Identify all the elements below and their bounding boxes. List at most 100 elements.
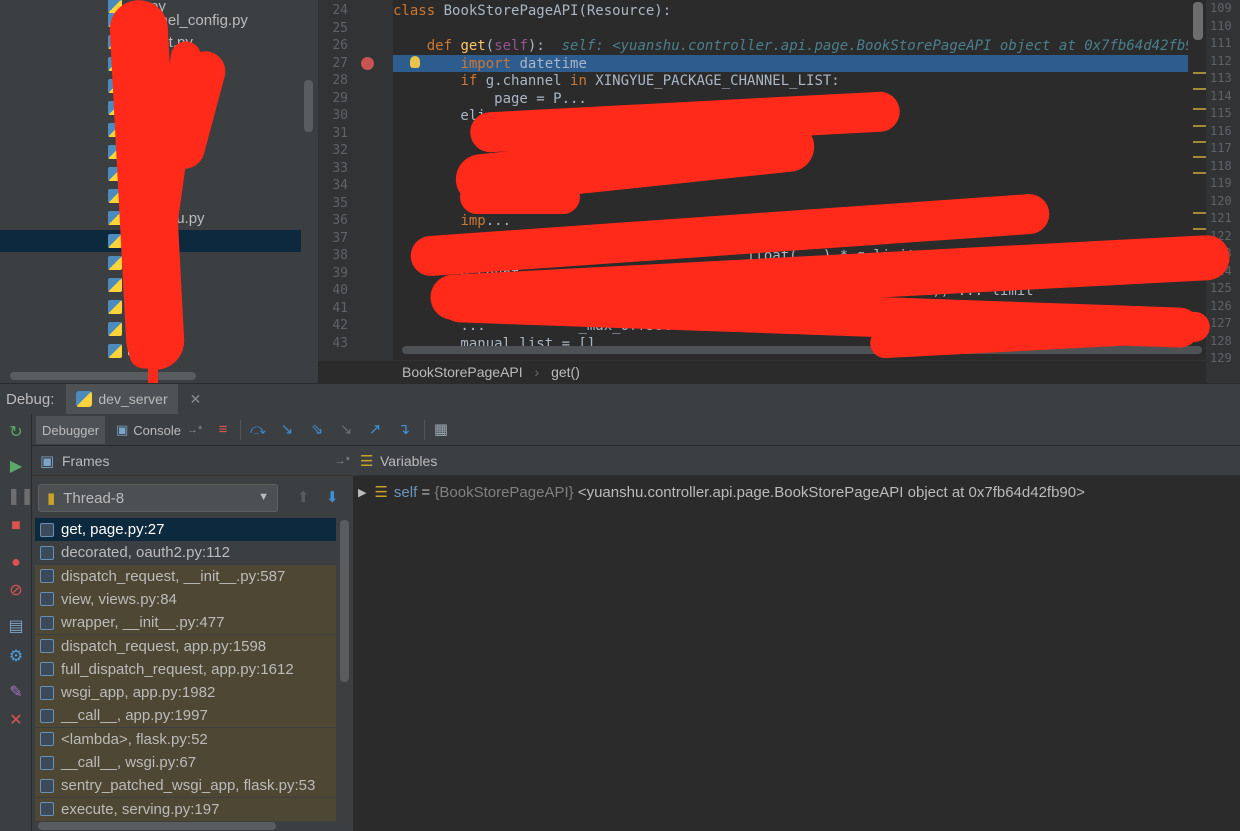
- stack-frame-label: __call__, app.py:1997: [61, 707, 208, 725]
- error-stripe[interactable]: [1188, 0, 1206, 360]
- breadcrumb-method[interactable]: get(): [551, 364, 580, 380]
- settings-gear-icon[interactable]: ⚙: [7, 648, 25, 666]
- run-to-cursor-icon[interactable]: ↴: [395, 422, 413, 438]
- chevron-down-icon: ▼: [258, 491, 269, 503]
- stripe-mark[interactable]: [1193, 172, 1206, 174]
- line-number[interactable]: 37: [318, 231, 348, 246]
- breakpoint-icon[interactable]: [361, 57, 374, 70]
- line-number[interactable]: 40: [318, 283, 348, 298]
- line-number[interactable]: 26: [318, 38, 348, 53]
- line-number[interactable]: 29: [318, 91, 348, 106]
- variable-row[interactable]: ▶ ☰ self = {BookStorePageAPI} <yuanshu.c…: [354, 482, 1085, 502]
- step-over-icon[interactable]: ⤼: [249, 422, 267, 438]
- split-line-number: 119: [1210, 176, 1232, 190]
- previous-frame-arrow-icon[interactable]: ⬆: [297, 488, 310, 506]
- step-out-icon[interactable]: ↗: [366, 422, 384, 438]
- stack-frame-item[interactable]: wrapper, __init__.py:477: [35, 611, 336, 635]
- stripe-mark[interactable]: [1193, 212, 1206, 214]
- stack-frame-item[interactable]: __call__, wsgi.py:67: [35, 751, 336, 774]
- stack-frame-item[interactable]: sentry_patched_wsgi_app, flask.py:53: [35, 774, 336, 798]
- line-number[interactable]: 32: [318, 143, 348, 158]
- project-horizontal-scrollbar[interactable]: [10, 372, 196, 380]
- tab-debugger[interactable]: Debugger: [36, 416, 106, 444]
- variable-equals: =: [417, 483, 435, 501]
- code-line[interactable]: def get(self): self: <yuanshu.controller…: [393, 38, 1211, 56]
- next-frame-arrow-icon[interactable]: ⬇: [326, 488, 339, 506]
- stripe-mark[interactable]: [1193, 141, 1206, 143]
- thread-selector[interactable]: ▮ Thread-8 ▼: [38, 484, 278, 512]
- debugger-toolbar: Debugger ▣ Console →* ≡ ⤼ ↘ ⇘ ↘ ↗ ↴ ▦: [32, 414, 1240, 446]
- line-number[interactable]: 34: [318, 178, 348, 193]
- stripe-mark[interactable]: [1193, 156, 1206, 158]
- line-number[interactable]: 25: [318, 21, 348, 36]
- frames-horizontal-scrollbar[interactable]: [38, 822, 276, 830]
- step-into-my-code-icon[interactable]: ⇘: [308, 422, 326, 438]
- pin-panel-icon[interactable]: →*: [335, 455, 350, 467]
- tab-debugger-label: Debugger: [42, 422, 100, 438]
- frames-icon: ▣: [40, 452, 55, 470]
- code-line[interactable]: if g.channel in XINGYUE_PACKAGE_CHANNEL_…: [393, 73, 839, 91]
- stripe-mark[interactable]: [1193, 88, 1206, 90]
- stack-frame-item[interactable]: get, page.py:27: [35, 518, 336, 541]
- code-line[interactable]: import datetime: [393, 56, 586, 74]
- show-execution-point-icon[interactable]: ≡: [214, 422, 232, 438]
- tab-console[interactable]: ▣ Console →*: [110, 416, 208, 444]
- stack-frame-item[interactable]: dispatch_request, __init__.py:587: [35, 564, 336, 588]
- stack-frame-item[interactable]: <lambda>, flask.py:52: [35, 727, 336, 751]
- stack-frame-label: wrapper, __init__.py:477: [61, 614, 225, 632]
- stack-frame-item[interactable]: wsgi_app, app.py:1982: [35, 681, 336, 705]
- evaluate-expression-icon[interactable]: ▦: [432, 422, 450, 438]
- code-line[interactable]: imp...: [393, 213, 511, 231]
- line-number[interactable]: 24: [318, 3, 348, 18]
- stripe-mark[interactable]: [1193, 228, 1206, 230]
- stripe-mark[interactable]: [1193, 72, 1206, 74]
- stripe-mark[interactable]: [1193, 108, 1206, 110]
- stripe-mark[interactable]: [1193, 125, 1206, 127]
- line-number[interactable]: 41: [318, 301, 348, 316]
- line-number[interactable]: 33: [318, 161, 348, 176]
- project-scrollbar[interactable]: [304, 80, 313, 132]
- line-number[interactable]: 36: [318, 213, 348, 228]
- stack-frame-item[interactable]: execute, serving.py:197: [35, 797, 336, 821]
- split-line-number: 111: [1210, 36, 1232, 50]
- line-number[interactable]: 43: [318, 336, 348, 351]
- mute-breakpoints-icon[interactable]: ⊘: [7, 582, 25, 600]
- frames-title: Frames: [62, 452, 110, 469]
- python-icon: [76, 391, 93, 407]
- stack-frame-item[interactable]: full_dispatch_request, app.py:1612: [35, 657, 336, 681]
- stack-frame-item[interactable]: view, views.py:84: [35, 587, 336, 611]
- breadcrumb-class[interactable]: BookStorePageAPI: [402, 364, 523, 380]
- line-number[interactable]: 31: [318, 126, 348, 141]
- line-number[interactable]: 35: [318, 196, 348, 211]
- run-config-tab[interactable]: dev_server: [66, 383, 178, 415]
- close-session-icon[interactable]: ✕: [7, 712, 25, 730]
- rerun-icon[interactable]: ↻: [7, 424, 25, 442]
- stack-frame-item[interactable]: dispatch_request, app.py:1598: [35, 634, 336, 658]
- step-into-icon[interactable]: ↘: [278, 422, 296, 438]
- line-number[interactable]: 38: [318, 248, 348, 263]
- stop-icon[interactable]: ■: [7, 517, 25, 535]
- line-number[interactable]: 42: [318, 318, 348, 333]
- stack-frame-item[interactable]: __call__, app.py:1997: [35, 704, 336, 728]
- force-step-into-icon[interactable]: ↘: [337, 422, 355, 438]
- editor-vertical-scrollbar[interactable]: [1193, 2, 1203, 40]
- pause-icon[interactable]: ❚❚: [7, 488, 34, 506]
- line-number[interactable]: 39: [318, 266, 348, 281]
- line-number[interactable]: 28: [318, 73, 348, 88]
- layout-icon[interactable]: ▤: [7, 618, 25, 636]
- expand-arrow-icon[interactable]: ▶: [358, 486, 366, 499]
- code-line[interactable]: page = P...: [393, 91, 587, 109]
- resume-icon[interactable]: ▶: [7, 458, 25, 476]
- frame-icon: [40, 662, 54, 677]
- pin-tab-icon[interactable]: →*: [187, 424, 202, 436]
- frames-scrollbar[interactable]: [340, 520, 349, 682]
- editor-gutter[interactable]: 24 25 26 27 28 29 30 31 32 33 34 35 36 37 38 39 40 41 42 43: [318, 0, 393, 360]
- frame-icon: [40, 732, 54, 747]
- stack-frame-item[interactable]: decorated, oauth2.py:112: [35, 541, 336, 564]
- close-icon[interactable]: ✕: [190, 391, 202, 408]
- view-breakpoints-icon[interactable]: ●: [7, 554, 25, 572]
- line-number[interactable]: 27: [318, 56, 348, 71]
- code-line[interactable]: class BookStorePageAPI(Resource):: [393, 3, 671, 21]
- line-number[interactable]: 30: [318, 108, 348, 123]
- pin-icon[interactable]: ✎: [7, 684, 25, 702]
